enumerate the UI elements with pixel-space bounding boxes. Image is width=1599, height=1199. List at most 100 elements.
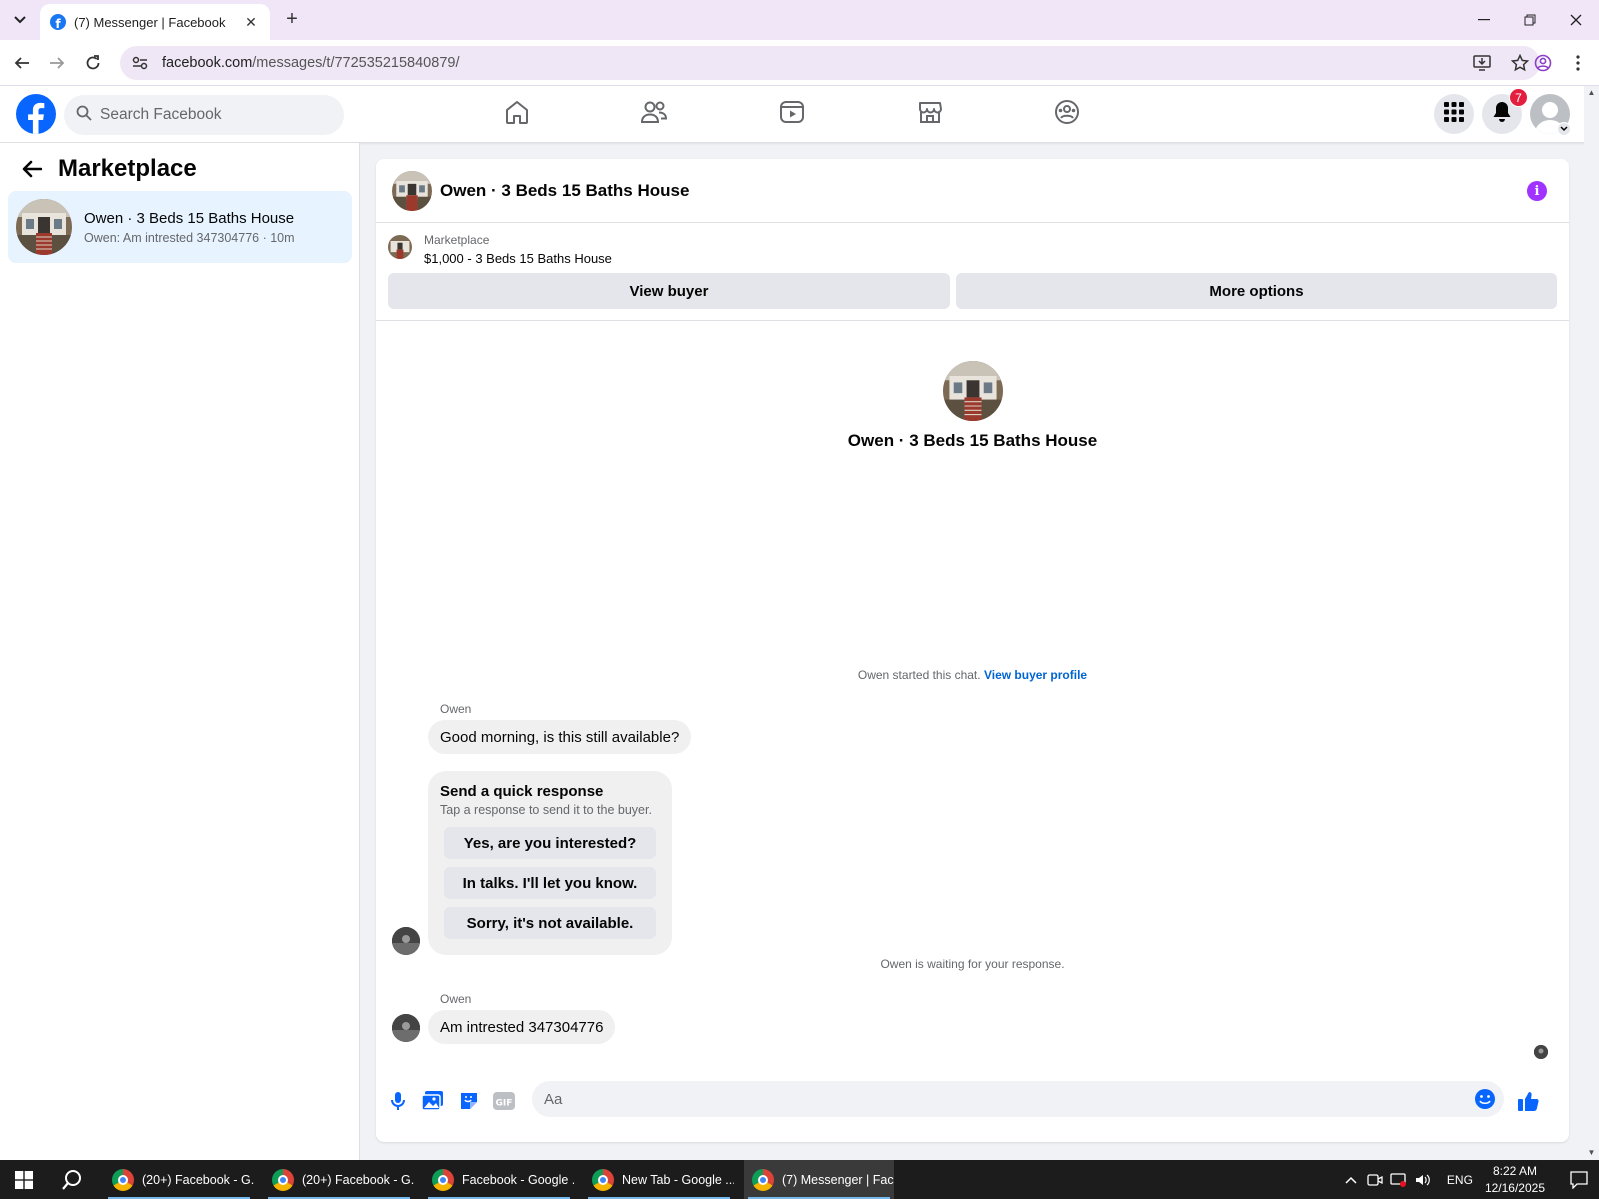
house-thumbnail[interactable]: [392, 170, 432, 211]
gif-icon[interactable]: GIF: [492, 1089, 516, 1113]
facebook-search-box[interactable]: [64, 95, 344, 135]
scroll-up-icon[interactable]: ▲: [1586, 88, 1597, 98]
browser-menu-icon[interactable]: [1566, 51, 1590, 75]
view-buyer-profile-link[interactable]: View buyer profile: [984, 668, 1087, 682]
network-icon[interactable]: [1387, 1160, 1411, 1199]
house-avatar[interactable]: [942, 361, 1003, 421]
taskbar-item[interactable]: (20+) Facebook - G...: [104, 1160, 254, 1199]
site-settings-icon[interactable]: [130, 53, 150, 73]
back-arrow-icon[interactable]: [18, 155, 46, 183]
taskbar-item-active[interactable]: (7) Messenger | Fac...: [744, 1160, 894, 1199]
system-tray: ENG 8:22 AM 12/16/2025: [1339, 1160, 1599, 1199]
nav-marketplace[interactable]: [910, 86, 950, 142]
nav-home[interactable]: [497, 86, 537, 142]
taskbar-search-icon[interactable]: [48, 1160, 96, 1199]
taskbar-item[interactable]: Facebook - Google ...: [424, 1160, 574, 1199]
message-bubble: Am intrested 347304776: [428, 1010, 616, 1044]
address-bar[interactable]: facebook.com/messages/t/772535215840879/: [120, 46, 1540, 80]
taskbar-item-label: (20+) Facebook - G...: [302, 1172, 414, 1187]
nav-friends[interactable]: [634, 86, 674, 142]
emoji-icon[interactable]: [1474, 1088, 1496, 1110]
meet-now-icon[interactable]: [1363, 1160, 1387, 1199]
notification-center-icon[interactable]: [1559, 1160, 1599, 1199]
more-options-button[interactable]: More options: [956, 273, 1557, 309]
menu-grid-button[interactable]: [1434, 94, 1474, 134]
facebook-logo-icon[interactable]: [16, 94, 56, 134]
tab-title: (7) Messenger | Facebook: [74, 14, 226, 30]
window-controls: [1461, 0, 1599, 40]
microphone-icon[interactable]: [386, 1089, 410, 1113]
friends-icon: [640, 99, 668, 130]
input-language[interactable]: ENG: [1447, 1173, 1473, 1187]
page-scrollbar[interactable]: ▲ ▼: [1584, 86, 1599, 1160]
seen-indicator-avatar: [1534, 1045, 1548, 1059]
chrome-icon: [432, 1168, 454, 1191]
windows-start-icon[interactable]: [0, 1160, 48, 1199]
buyer-avatar[interactable]: [392, 1014, 420, 1042]
taskbar-item-label: (7) Messenger | Fac...: [782, 1172, 894, 1187]
bookmark-star-icon[interactable]: [1510, 53, 1530, 73]
message-text: Am intrested 347304776: [440, 1018, 604, 1036]
conversation-item[interactable]: Owen · 3 Beds 15 Baths House Owen: Am in…: [8, 191, 352, 263]
quick-response-button[interactable]: Yes, are you interested?: [444, 827, 656, 859]
listing-source-label: Marketplace: [424, 233, 490, 247]
windows-taskbar: (20+) Facebook - G... (20+) Facebook - G…: [0, 1160, 1599, 1199]
message-text: Good morning, is this still available?: [440, 728, 680, 746]
quick-response-button[interactable]: Sorry, it's not available.: [444, 907, 656, 939]
close-window-icon[interactable]: [1553, 0, 1599, 40]
chat-panel: Owen · 3 Beds 15 Baths House i Marketpla…: [376, 159, 1569, 1142]
view-buyer-button[interactable]: View buyer: [388, 273, 950, 309]
info-icon[interactable]: i: [1527, 181, 1547, 201]
svg-text:GIF: GIF: [496, 1099, 513, 1109]
photo-icon[interactable]: [421, 1089, 445, 1113]
volume-icon[interactable]: [1411, 1160, 1435, 1199]
tab-search-dropdown-icon[interactable]: [8, 8, 32, 32]
notification-badge: 7: [1509, 88, 1528, 107]
notifications-button[interactable]: 7: [1482, 88, 1528, 134]
browser-tab-messenger[interactable]: f (7) Messenger | Facebook ✕: [40, 4, 270, 40]
nav-video[interactable]: [772, 86, 812, 142]
back-icon[interactable]: [10, 51, 34, 75]
quick-response-title: Send a quick response: [440, 783, 604, 800]
message-input-box[interactable]: [532, 1081, 1504, 1117]
restore-icon[interactable]: [1507, 0, 1553, 40]
chat-intro: Owen · 3 Beds 15 Baths House: [376, 361, 1569, 451]
sender-name: Owen: [440, 702, 472, 716]
install-app-icon[interactable]: [1472, 53, 1492, 73]
quick-response-button[interactable]: In talks. I'll let you know.: [444, 867, 656, 899]
show-hidden-icons-icon[interactable]: [1339, 1160, 1363, 1199]
listing-title[interactable]: $1,000 - 3 Beds 15 Baths House: [424, 251, 612, 266]
profile-icon[interactable]: [1531, 51, 1555, 75]
home-icon: [504, 99, 530, 130]
conversation-preview: Owen: Am intrested 347304776 · 10m: [84, 230, 295, 245]
forward-icon[interactable]: [45, 51, 69, 75]
url-host: facebook.com: [162, 55, 253, 71]
chat-started-notice: Owen started this chat. View buyer profi…: [376, 668, 1569, 682]
url-text: facebook.com/messages/t/772535215840879/: [162, 55, 459, 71]
nav-groups[interactable]: [1047, 86, 1087, 142]
message-bubble: Good morning, is this still available?: [428, 720, 692, 754]
message-input[interactable]: [544, 1090, 1444, 1108]
facebook-search-input[interactable]: [100, 106, 320, 124]
buyer-avatar[interactable]: [392, 927, 420, 955]
chevron-down-icon[interactable]: [1557, 122, 1571, 136]
minimize-icon[interactable]: [1461, 0, 1507, 40]
new-tab-icon[interactable]: +: [280, 8, 304, 32]
url-path: /messages/t/772535215840879/: [252, 55, 460, 71]
listing-thumbnail[interactable]: [388, 235, 412, 259]
marketplace-inbox-header: Marketplace: [18, 155, 197, 183]
reload-icon[interactable]: [81, 51, 105, 75]
scroll-down-icon[interactable]: ▼: [1586, 1148, 1597, 1158]
taskbar-item[interactable]: New Tab - Google ...: [584, 1160, 734, 1199]
sticker-icon[interactable]: [457, 1089, 481, 1113]
intro-name: Owen · 3 Beds 15 Baths House: [847, 431, 1098, 450]
like-thumbs-up-icon[interactable]: [1516, 1089, 1540, 1113]
chrome-icon: [752, 1168, 774, 1191]
system-clock[interactable]: 8:22 AM 12/16/2025: [1485, 1163, 1545, 1197]
taskbar-item[interactable]: (20+) Facebook - G...: [264, 1160, 414, 1199]
video-reels-icon: [779, 99, 805, 130]
close-tab-icon[interactable]: ✕: [242, 14, 260, 31]
chat-title[interactable]: Owen · 3 Beds 15 Baths House: [440, 181, 689, 201]
marketplace-inbox-panel: Marketplace Owen · 3 Beds 15 Baths House…: [0, 143, 360, 1160]
chrome-icon: [112, 1168, 134, 1191]
